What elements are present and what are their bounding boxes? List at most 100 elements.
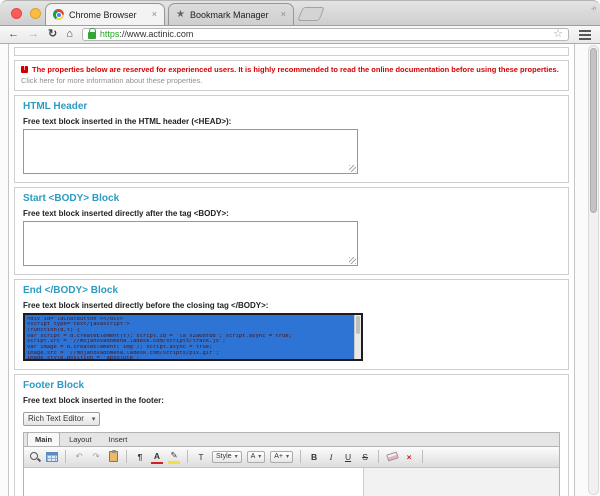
menu-button[interactable] bbox=[578, 29, 592, 41]
secure-lock-icon bbox=[88, 32, 96, 39]
editor-mode-select[interactable]: Rich Text Editor ▾ bbox=[23, 412, 100, 426]
viewport: ! The properties below are reserved for … bbox=[0, 44, 600, 496]
tab-label: Chrome Browser bbox=[69, 10, 137, 20]
section-end-body: End </BODY> Block Free text block insert… bbox=[14, 279, 569, 370]
italic-button[interactable]: I bbox=[325, 450, 337, 464]
editor-toolbar: ↶ ↷ ¶ A ✎ T Style ▾ bbox=[24, 447, 559, 468]
resize-grip[interactable] bbox=[349, 165, 356, 172]
tab-close-icon[interactable]: × bbox=[281, 10, 286, 19]
close-window-button[interactable] bbox=[11, 8, 22, 19]
strikethrough-button[interactable]: S bbox=[359, 450, 371, 464]
field-label: Free text block inserted directly before… bbox=[23, 301, 560, 310]
toolbar-separator bbox=[126, 450, 127, 463]
tab-strip: Chrome Browser × ★ Bookmark Manager × » bbox=[0, 0, 600, 26]
reload-button[interactable]: ↻ bbox=[48, 29, 57, 40]
undo-button[interactable]: ↶ bbox=[73, 450, 85, 464]
bookmark-star-icon[interactable]: ☆ bbox=[553, 29, 563, 40]
section-title: Start <BODY> Block bbox=[23, 193, 560, 204]
editor-canvas[interactable] bbox=[24, 468, 364, 496]
start-body-textarea[interactable] bbox=[23, 221, 358, 266]
underline-button[interactable]: U bbox=[342, 450, 354, 464]
tab-main[interactable]: Main bbox=[27, 432, 60, 446]
scrollbar-thumb[interactable] bbox=[590, 48, 597, 213]
section-html-header: HTML Header Free text block inserted in … bbox=[14, 95, 569, 183]
editor-body bbox=[24, 468, 559, 496]
font-size-increase-label: A+ bbox=[274, 453, 283, 460]
font-size-increase-select[interactable]: A+ ▾ bbox=[270, 451, 293, 463]
text-color-button[interactable]: A bbox=[151, 450, 163, 464]
back-button[interactable]: ← bbox=[8, 29, 19, 40]
field-label: Free text block inserted in the footer: bbox=[23, 396, 560, 405]
forward-button[interactable]: → bbox=[28, 29, 39, 40]
chevron-down-icon: ▾ bbox=[235, 453, 238, 460]
eraser-icon bbox=[386, 451, 399, 461]
warning-text: The properties below are reserved for ex… bbox=[32, 65, 559, 74]
tab-insert[interactable]: Insert bbox=[101, 432, 136, 446]
editor-grey-area bbox=[364, 468, 559, 496]
clear-format-button[interactable]: T bbox=[195, 450, 207, 464]
redo-button[interactable]: ↷ bbox=[90, 450, 102, 464]
paste-button[interactable] bbox=[107, 450, 119, 464]
browser-toolbar: ← → ↻ ⌂ https://www.actinic.com ☆ bbox=[0, 26, 600, 44]
erase-button[interactable] bbox=[386, 450, 398, 464]
html-header-textarea[interactable] bbox=[23, 129, 358, 174]
rich-text-editor: Main Layout Insert ↶ ↷ ¶ A ✎ bbox=[23, 432, 560, 496]
url-text: ://www.actinic.com bbox=[119, 29, 193, 39]
section-start-body: Start <BODY> Block Free text block inser… bbox=[14, 187, 569, 275]
address-bar[interactable]: https://www.actinic.com ☆ bbox=[82, 28, 569, 41]
chevron-down-icon: ▾ bbox=[286, 453, 289, 460]
editor-tab-bar: Main Layout Insert bbox=[24, 433, 559, 447]
toolbar-separator bbox=[422, 450, 423, 463]
end-body-textarea[interactable]: <div id='laChatButton'></div> <script ty… bbox=[23, 313, 363, 361]
delete-button[interactable]: × bbox=[403, 450, 415, 464]
page-content: ! The properties below are reserved for … bbox=[8, 44, 575, 496]
code-line: image.style.position = 'absolute'; bbox=[27, 356, 351, 361]
paragraph-marks-button[interactable]: ¶ bbox=[134, 450, 146, 464]
more-info-link[interactable]: Click here for more information about th… bbox=[21, 76, 562, 85]
font-size-decrease-label: A bbox=[251, 453, 256, 460]
chrome-logo-icon bbox=[53, 9, 64, 20]
search-icon bbox=[29, 451, 41, 463]
toolbar-separator bbox=[378, 450, 379, 463]
browser-window: Chrome Browser × ★ Bookmark Manager × » … bbox=[0, 0, 600, 496]
tab-bookmark-manager[interactable]: ★ Bookmark Manager × bbox=[168, 3, 294, 25]
section-title: End </BODY> Block bbox=[23, 285, 560, 296]
chevron-down-icon: ▾ bbox=[92, 415, 96, 423]
highlight-color-button[interactable]: ✎ bbox=[168, 450, 180, 464]
url-protocol: https bbox=[100, 29, 120, 39]
style-select[interactable]: Style ▾ bbox=[212, 451, 242, 463]
toolbar-separator bbox=[300, 450, 301, 463]
page-scrollbar[interactable] bbox=[588, 45, 599, 495]
toolbar-separator bbox=[65, 450, 66, 463]
section-footer-block: Footer Block Free text block inserted in… bbox=[14, 374, 569, 496]
editor-mode-value: Rich Text Editor bbox=[28, 414, 84, 423]
field-label: Free text block inserted directly after … bbox=[23, 209, 560, 218]
insert-table-button[interactable] bbox=[46, 450, 58, 464]
bold-button[interactable]: B bbox=[308, 450, 320, 464]
find-button[interactable] bbox=[29, 450, 41, 464]
section-title: HTML Header bbox=[23, 101, 560, 112]
star-icon: ★ bbox=[176, 10, 185, 20]
tab-layout[interactable]: Layout bbox=[61, 432, 100, 446]
tab-close-icon[interactable]: × bbox=[152, 10, 157, 19]
toolbar-separator bbox=[187, 450, 188, 463]
warning-icon: ! bbox=[21, 66, 28, 73]
highlighter-icon: ✎ bbox=[170, 451, 177, 459]
field-label: Free text block inserted in the HTML hea… bbox=[23, 117, 560, 126]
clipboard-icon bbox=[109, 451, 118, 462]
tab-chrome-browser[interactable]: Chrome Browser × bbox=[45, 3, 165, 25]
section-title: Footer Block bbox=[23, 380, 560, 391]
table-icon bbox=[46, 452, 58, 462]
font-size-decrease-select[interactable]: A ▾ bbox=[247, 451, 266, 463]
home-button[interactable]: ⌂ bbox=[66, 29, 73, 40]
tab-label: Bookmark Manager bbox=[190, 10, 269, 20]
warning-box: ! The properties below are reserved for … bbox=[14, 60, 569, 91]
scrolled-section-remnant bbox=[14, 47, 569, 56]
chevron-down-icon: ▾ bbox=[258, 453, 261, 460]
minimize-window-button[interactable] bbox=[30, 8, 41, 19]
new-tab-button[interactable] bbox=[297, 7, 325, 21]
resize-grip[interactable] bbox=[349, 257, 356, 264]
style-select-value: Style bbox=[216, 453, 232, 460]
textarea-scrollbar[interactable] bbox=[354, 315, 361, 359]
expand-icon: » bbox=[588, 3, 599, 14]
